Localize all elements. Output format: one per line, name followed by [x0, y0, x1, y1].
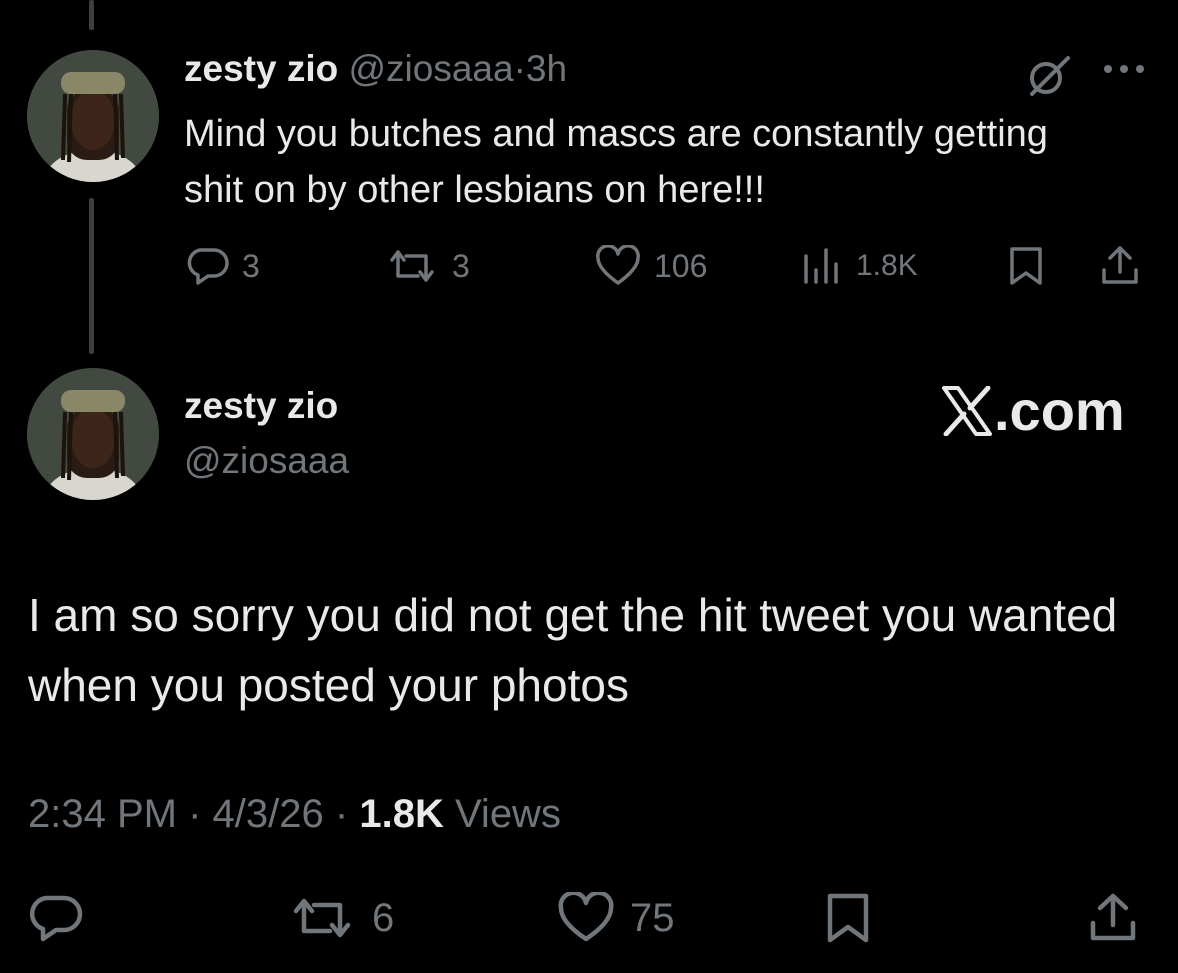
grok-icon[interactable]	[1024, 52, 1072, 100]
views-count: 1.8K	[359, 792, 444, 836]
bookmark-icon	[1006, 245, 1046, 287]
tweet-text: I am so sorry you did not get the hit tw…	[28, 589, 1118, 711]
reply-icon	[28, 893, 84, 943]
tweet-text: Mind you butches and mascs are constantl…	[184, 113, 1048, 211]
tweet-header: zesty zio @ziosaaa·3h	[184, 48, 567, 90]
views-icon	[800, 246, 844, 286]
x-logo-icon	[940, 385, 994, 436]
reply-button[interactable]: 3	[186, 244, 260, 288]
like-button[interactable]: 75	[556, 890, 675, 946]
repost-count: 6	[372, 895, 395, 940]
bookmark-icon	[822, 891, 874, 945]
views-count: 1.8K	[856, 249, 918, 282]
avatar[interactable]	[27, 50, 159, 182]
thread-line	[89, 198, 94, 354]
tweet-date[interactable]: 4/3/26	[213, 792, 324, 836]
x-watermark: .com	[940, 378, 1125, 443]
like-count: 75	[630, 895, 675, 940]
reply-icon	[186, 246, 230, 286]
tweet-time[interactable]: 2:34 PM	[28, 792, 177, 836]
tweet-meta: 2:34 PM · 4/3/26 · 1.8K Views	[28, 792, 561, 837]
handle[interactable]: @ziosaaa	[349, 48, 514, 89]
separator: ·	[334, 792, 349, 836]
bookmark-button[interactable]	[1006, 244, 1046, 288]
repost-button[interactable]: 6	[286, 890, 394, 946]
share-button[interactable]	[1098, 244, 1142, 288]
separator: ·	[188, 792, 202, 836]
share-icon	[1086, 891, 1140, 945]
views-button[interactable]: 1.8K	[800, 244, 918, 288]
like-button[interactable]: 106	[594, 244, 707, 288]
watermark-text: .com	[994, 379, 1125, 442]
handle[interactable]: @ziosaaa	[184, 440, 349, 482]
reply-button[interactable]	[28, 890, 84, 946]
repost-count: 3	[452, 247, 470, 284]
display-name[interactable]: zesty zio	[184, 385, 338, 427]
reply-count: 3	[242, 247, 260, 284]
timestamp[interactable]: 3h	[526, 48, 567, 89]
share-icon	[1098, 244, 1142, 288]
like-icon	[594, 245, 642, 287]
like-count: 106	[654, 247, 708, 284]
views-label: Views	[454, 792, 561, 836]
avatar[interactable]	[27, 368, 159, 500]
separator: ·	[513, 48, 526, 89]
repost-icon	[384, 246, 440, 286]
repost-button[interactable]: 3	[384, 244, 470, 288]
display-name[interactable]: zesty zio	[184, 48, 338, 89]
repost-icon	[286, 893, 358, 943]
bookmark-button[interactable]	[822, 890, 874, 946]
more-icon[interactable]	[1100, 62, 1148, 76]
share-button[interactable]	[1086, 890, 1140, 946]
thread-line-top	[89, 0, 94, 30]
like-icon	[556, 892, 616, 944]
